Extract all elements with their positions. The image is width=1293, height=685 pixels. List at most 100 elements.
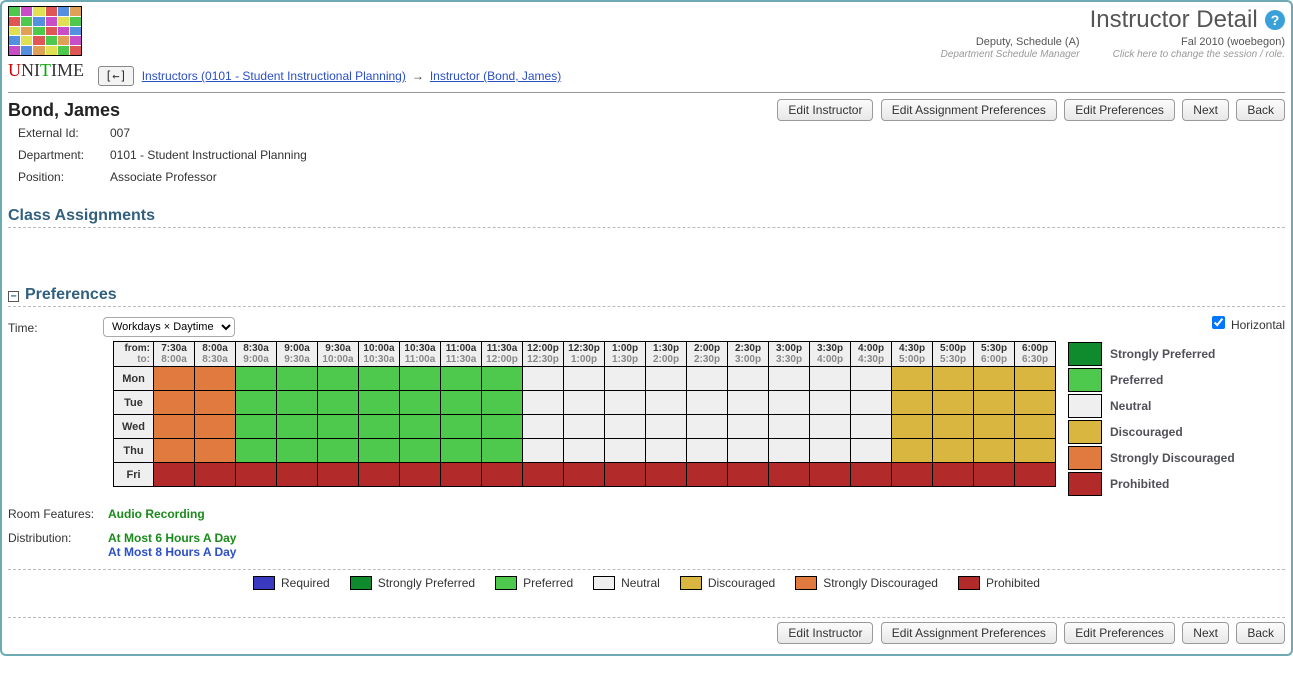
preference-cell[interactable]: [769, 391, 810, 415]
preference-cell[interactable]: [933, 391, 974, 415]
edit-preferences-button[interactable]: Edit Preferences: [1064, 99, 1175, 121]
preference-cell[interactable]: [523, 367, 564, 391]
preference-cell[interactable]: [810, 415, 851, 439]
preference-cell[interactable]: [687, 367, 728, 391]
preference-cell[interactable]: [318, 463, 359, 487]
preference-cell[interactable]: [564, 415, 605, 439]
preference-cell[interactable]: [564, 463, 605, 487]
preference-cell[interactable]: [236, 391, 277, 415]
preference-cell[interactable]: [933, 415, 974, 439]
preference-cell[interactable]: [523, 439, 564, 463]
preference-cell[interactable]: [195, 391, 236, 415]
horizontal-checkbox[interactable]: [1212, 316, 1225, 329]
preference-cell[interactable]: [1015, 415, 1056, 439]
preference-cell[interactable]: [277, 391, 318, 415]
preference-cell[interactable]: [359, 391, 400, 415]
preference-cell[interactable]: [810, 367, 851, 391]
time-select[interactable]: Workdays × Daytime: [103, 317, 235, 337]
preference-cell[interactable]: [441, 415, 482, 439]
preference-cell[interactable]: [400, 463, 441, 487]
preference-cell[interactable]: [1015, 391, 1056, 415]
preference-cell[interactable]: [564, 367, 605, 391]
back-icon[interactable]: [←]: [98, 66, 134, 86]
preference-cell[interactable]: [851, 391, 892, 415]
preference-cell[interactable]: [523, 463, 564, 487]
preference-cell[interactable]: [646, 391, 687, 415]
back-button-footer[interactable]: Back: [1236, 622, 1285, 644]
collapse-icon[interactable]: −: [8, 291, 19, 302]
preference-cell[interactable]: [810, 463, 851, 487]
preference-cell[interactable]: [974, 367, 1015, 391]
preference-cell[interactable]: [728, 367, 769, 391]
preference-cell[interactable]: [359, 463, 400, 487]
preference-cell[interactable]: [359, 415, 400, 439]
preference-cell[interactable]: [687, 439, 728, 463]
preference-cell[interactable]: [277, 367, 318, 391]
preference-cell[interactable]: [605, 367, 646, 391]
back-button[interactable]: Back: [1236, 99, 1285, 121]
preference-cell[interactable]: [687, 391, 728, 415]
preference-cell[interactable]: [646, 415, 687, 439]
preference-cell[interactable]: [851, 415, 892, 439]
preference-cell[interactable]: [318, 391, 359, 415]
preference-cell[interactable]: [154, 463, 195, 487]
preference-cell[interactable]: [236, 367, 277, 391]
preference-cell[interactable]: [810, 439, 851, 463]
preference-cell[interactable]: [851, 367, 892, 391]
preference-cell[interactable]: [605, 439, 646, 463]
preference-cell[interactable]: [728, 463, 769, 487]
preference-cell[interactable]: [523, 391, 564, 415]
preference-cell[interactable]: [318, 415, 359, 439]
preference-cell[interactable]: [236, 463, 277, 487]
preference-cell[interactable]: [441, 439, 482, 463]
preference-cell[interactable]: [933, 367, 974, 391]
preference-cell[interactable]: [810, 391, 851, 415]
preference-cell[interactable]: [974, 391, 1015, 415]
preference-cell[interactable]: [482, 367, 523, 391]
next-button-footer[interactable]: Next: [1182, 622, 1229, 644]
preference-cell[interactable]: [974, 415, 1015, 439]
preference-cell[interactable]: [892, 439, 933, 463]
preference-cell[interactable]: [154, 391, 195, 415]
edit-preferences-button-footer[interactable]: Edit Preferences: [1064, 622, 1175, 644]
preference-cell[interactable]: [195, 367, 236, 391]
preference-cell[interactable]: [318, 439, 359, 463]
preference-cell[interactable]: [769, 367, 810, 391]
preference-cell[interactable]: [769, 439, 810, 463]
preference-cell[interactable]: [605, 463, 646, 487]
preference-cell[interactable]: [318, 367, 359, 391]
preference-cell[interactable]: [892, 367, 933, 391]
preference-cell[interactable]: [892, 463, 933, 487]
preference-cell[interactable]: [277, 463, 318, 487]
preference-cell[interactable]: [400, 391, 441, 415]
preference-cell[interactable]: [441, 391, 482, 415]
preference-cell[interactable]: [974, 463, 1015, 487]
preference-cell[interactable]: [769, 463, 810, 487]
preference-cell[interactable]: [236, 439, 277, 463]
next-button[interactable]: Next: [1182, 99, 1229, 121]
preference-cell[interactable]: [933, 463, 974, 487]
preference-cell[interactable]: [441, 463, 482, 487]
help-icon[interactable]: ?: [1265, 10, 1285, 30]
preference-cell[interactable]: [400, 367, 441, 391]
edit-instructor-button-footer[interactable]: Edit Instructor: [777, 622, 873, 644]
preference-cell[interactable]: [851, 439, 892, 463]
preference-cell[interactable]: [359, 439, 400, 463]
preference-cell[interactable]: [728, 439, 769, 463]
preference-cell[interactable]: [523, 415, 564, 439]
preference-cell[interactable]: [482, 415, 523, 439]
preference-cell[interactable]: [1015, 367, 1056, 391]
preference-cell[interactable]: [482, 439, 523, 463]
preference-cell[interactable]: [728, 415, 769, 439]
preference-cell[interactable]: [605, 391, 646, 415]
preference-cell[interactable]: [892, 415, 933, 439]
preference-cell[interactable]: [646, 367, 687, 391]
preference-cell[interactable]: [359, 367, 400, 391]
preference-cell[interactable]: [277, 415, 318, 439]
preference-cell[interactable]: [1015, 463, 1056, 487]
preference-cell[interactable]: [851, 463, 892, 487]
preference-cell[interactable]: [728, 391, 769, 415]
preference-cell[interactable]: [400, 439, 441, 463]
preference-cell[interactable]: [687, 463, 728, 487]
edit-assignment-preferences-button-footer[interactable]: Edit Assignment Preferences: [881, 622, 1057, 644]
